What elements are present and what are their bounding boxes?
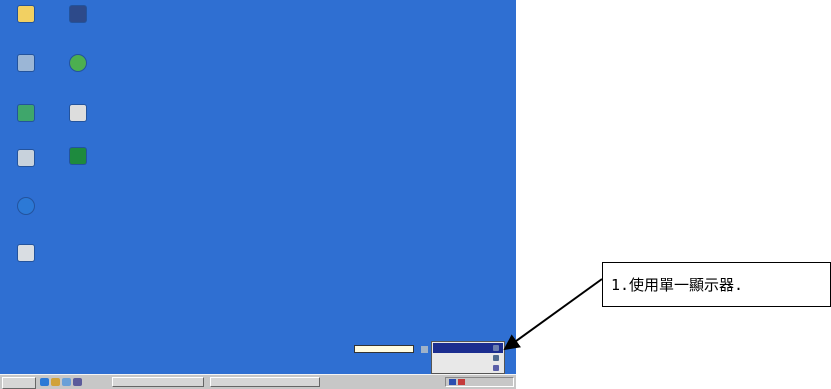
arrow-line <box>503 278 603 351</box>
annotation-arrow <box>503 278 603 351</box>
